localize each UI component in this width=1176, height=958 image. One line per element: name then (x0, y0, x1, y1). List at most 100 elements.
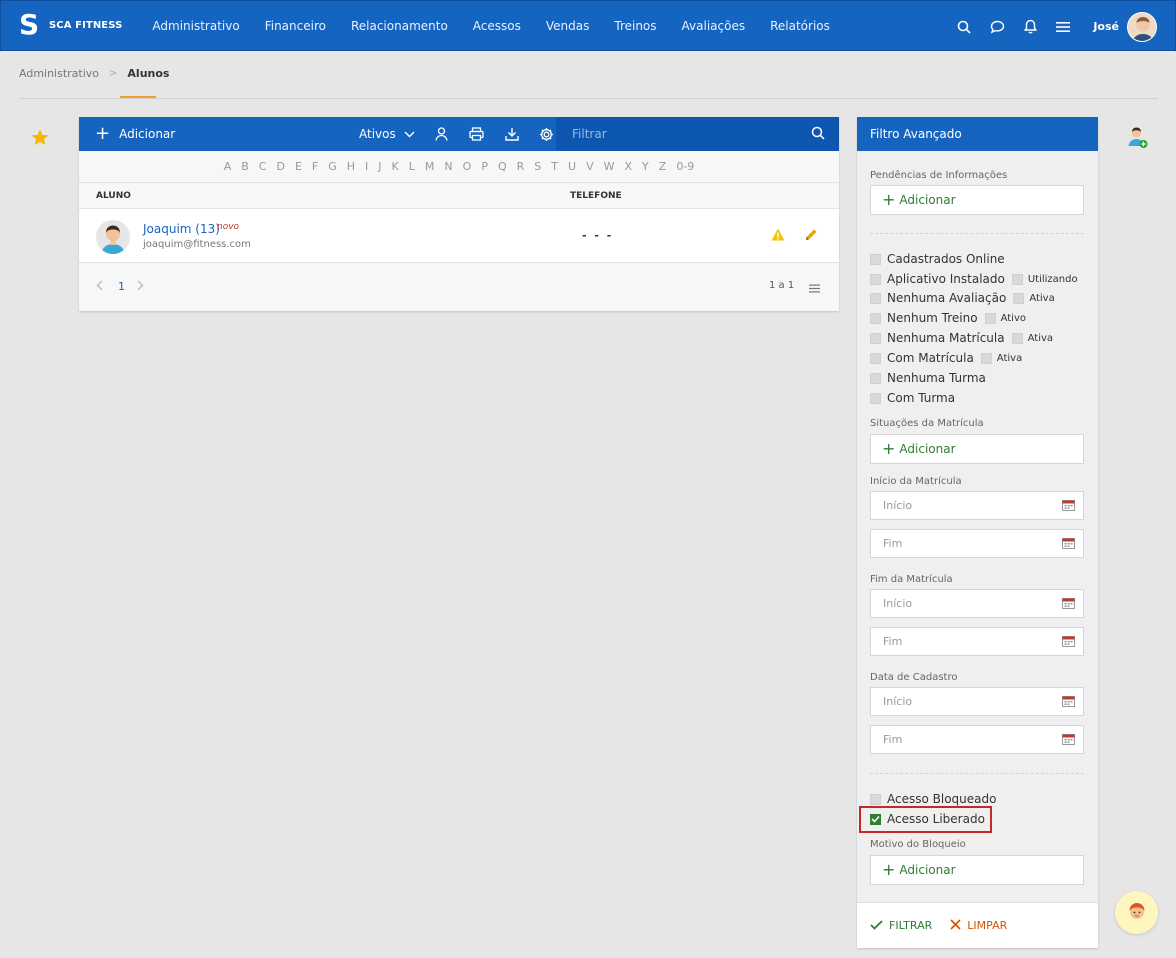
breadcrumb-parent[interactable]: Administrativo (19, 67, 99, 80)
checkbox-box[interactable] (870, 273, 881, 285)
add-user-icon[interactable] (1128, 127, 1148, 152)
checkbox-box[interactable] (870, 793, 881, 805)
alphabet-letter[interactable]: Q (498, 160, 507, 173)
download-icon[interactable] (504, 126, 520, 142)
chevron-left-icon[interactable] (96, 280, 103, 294)
calendar-icon[interactable] (1062, 597, 1075, 612)
checkbox-box[interactable] (1011, 332, 1023, 344)
checkbox-utilizando[interactable]: Utilizando (1011, 273, 1078, 285)
menu-item-treinos[interactable]: Treinos (614, 19, 656, 33)
inicio-matricula-end-field[interactable]: Fim (870, 529, 1084, 558)
alphabet-letter[interactable]: Z (659, 160, 667, 173)
data-cadastro-start-field[interactable]: Início (870, 687, 1084, 716)
alphabet-letter[interactable]: K (392, 160, 399, 173)
alphabet-letter[interactable]: C (259, 160, 267, 173)
table-row[interactable]: Joaquim (13) novo joaquim@fitness.com - … (79, 209, 839, 263)
checkbox-com-turma[interactable]: Com Turma (870, 391, 955, 405)
alphabet-letter[interactable]: D (276, 160, 284, 173)
checkbox-nenhuma-turma[interactable]: Nenhuma Turma (870, 371, 986, 385)
fim-matricula-end-field[interactable]: Fim (870, 627, 1084, 656)
add-motivo-button[interactable]: + Adicionar (870, 855, 1084, 885)
menu-item-avaliacoes[interactable]: Avaliações (682, 19, 746, 33)
alphabet-letter[interactable]: U (568, 160, 576, 173)
checkbox-nenhum-treino[interactable]: Nenhum Treino Ativo (870, 311, 1026, 325)
alphabet-letter[interactable]: N (444, 160, 452, 173)
alphabet-letter[interactable]: Y (642, 160, 649, 173)
alphabet-letter[interactable]: W (604, 160, 615, 173)
brand-logo[interactable]: S SCA FITNESS (19, 10, 122, 40)
inicio-matricula-start-field[interactable]: Início (870, 491, 1084, 520)
column-header-aluno[interactable]: ALUNO (96, 191, 131, 201)
warning-icon[interactable] (771, 228, 785, 244)
checkbox-treino-ativo[interactable]: Ativo (984, 312, 1026, 324)
add-pendencia-button[interactable]: + Adicionar (870, 185, 1084, 215)
alphabet-letter[interactable]: X (624, 160, 632, 173)
limpar-button[interactable]: LIMPAR (950, 918, 1007, 934)
checkbox-nenhuma-avaliacao[interactable]: Nenhuma Avaliação Ativa (870, 291, 1055, 305)
calendar-icon[interactable] (1062, 537, 1075, 552)
calendar-icon[interactable] (1062, 499, 1075, 514)
column-header-telefone[interactable]: TELEFONE (570, 191, 622, 201)
checkbox-box[interactable] (870, 253, 881, 265)
checkbox-box[interactable] (870, 292, 881, 304)
menu-item-financeiro[interactable]: Financeiro (265, 19, 326, 33)
calendar-icon[interactable] (1062, 635, 1075, 650)
checkbox-box[interactable] (870, 312, 881, 324)
filtrar-button[interactable]: FILTRAR (870, 918, 932, 934)
alphabet-letter[interactable]: G (328, 160, 337, 173)
checkbox-box[interactable] (870, 392, 881, 404)
alphabet-letter[interactable]: H (347, 160, 355, 173)
checkbox-acesso-bloqueado[interactable]: Acesso Bloqueado (870, 792, 996, 806)
favorite-star-icon[interactable] (31, 129, 49, 149)
gear-icon[interactable] (539, 126, 555, 142)
chevron-right-icon[interactable] (137, 280, 144, 294)
checkbox-box[interactable] (1013, 292, 1025, 304)
checkbox-nenhuma-matricula[interactable]: Nenhuma Matrícula Ativa (870, 331, 1053, 345)
menu-item-administrativo[interactable]: Administrativo (152, 19, 239, 33)
checkbox-com-matricula-ativa[interactable]: Ativa (980, 352, 1022, 364)
chat-icon[interactable] (989, 19, 1005, 35)
page-number[interactable]: 1 (118, 280, 125, 293)
filter-input[interactable] (572, 127, 802, 141)
alphabet-letter[interactable]: P (481, 160, 488, 173)
alphabet-letter[interactable]: 0-9 (676, 160, 694, 173)
alphabet-letter[interactable]: B (241, 160, 249, 173)
data-cadastro-end-field[interactable]: Fim (870, 725, 1084, 754)
search-icon[interactable] (811, 126, 825, 143)
menu-item-relatorios[interactable]: Relatórios (770, 19, 830, 33)
alphabet-letter[interactable]: O (463, 160, 472, 173)
edit-pencil-icon[interactable] (804, 228, 818, 245)
add-student-button[interactable]: + Adicionar (95, 125, 175, 143)
checkbox-box[interactable] (870, 332, 881, 344)
checkbox-avaliacao-ativa[interactable]: Ativa (1013, 292, 1055, 304)
alphabet-letter[interactable]: M (425, 160, 435, 173)
checkbox-box[interactable] (870, 352, 881, 364)
assistant-chat-button[interactable] (1115, 891, 1158, 934)
checkbox-aplicativo-instalado[interactable]: Aplicativo Instalado Utilizando (870, 272, 1078, 286)
list-options-icon[interactable] (809, 282, 820, 296)
alphabet-letter[interactable]: I (365, 160, 368, 173)
user-avatar[interactable] (1127, 11, 1157, 42)
person-icon[interactable] (434, 126, 450, 142)
alphabet-letter[interactable]: J (378, 160, 381, 173)
bell-icon[interactable] (1022, 19, 1038, 35)
checkbox-cadastrados-online[interactable]: Cadastrados Online (870, 252, 1005, 266)
student-name-link[interactable]: Joaquim (13) (143, 222, 220, 236)
checkbox-box[interactable] (870, 372, 881, 384)
alphabet-letter[interactable]: S (534, 160, 541, 173)
alphabet-letter[interactable]: V (586, 160, 594, 173)
print-icon[interactable] (469, 126, 485, 142)
calendar-icon[interactable] (1062, 733, 1075, 748)
menu-item-vendas[interactable]: Vendas (546, 19, 590, 33)
menu-item-acessos[interactable]: Acessos (473, 19, 521, 33)
alphabet-letter[interactable]: E (295, 160, 302, 173)
alphabet-letter[interactable]: L (409, 160, 415, 173)
checkbox-matricula-ativa[interactable]: Ativa (1011, 332, 1053, 344)
alphabet-letter[interactable]: F (312, 160, 318, 173)
user-name[interactable]: José (1093, 20, 1119, 33)
fim-matricula-start-field[interactable]: Início (870, 589, 1084, 618)
alphabet-letter[interactable]: A (224, 160, 232, 173)
search-icon[interactable] (956, 19, 972, 35)
alphabet-letter[interactable]: R (517, 160, 525, 173)
checkbox-com-matricula[interactable]: Com Matrícula Ativa (870, 351, 1022, 365)
